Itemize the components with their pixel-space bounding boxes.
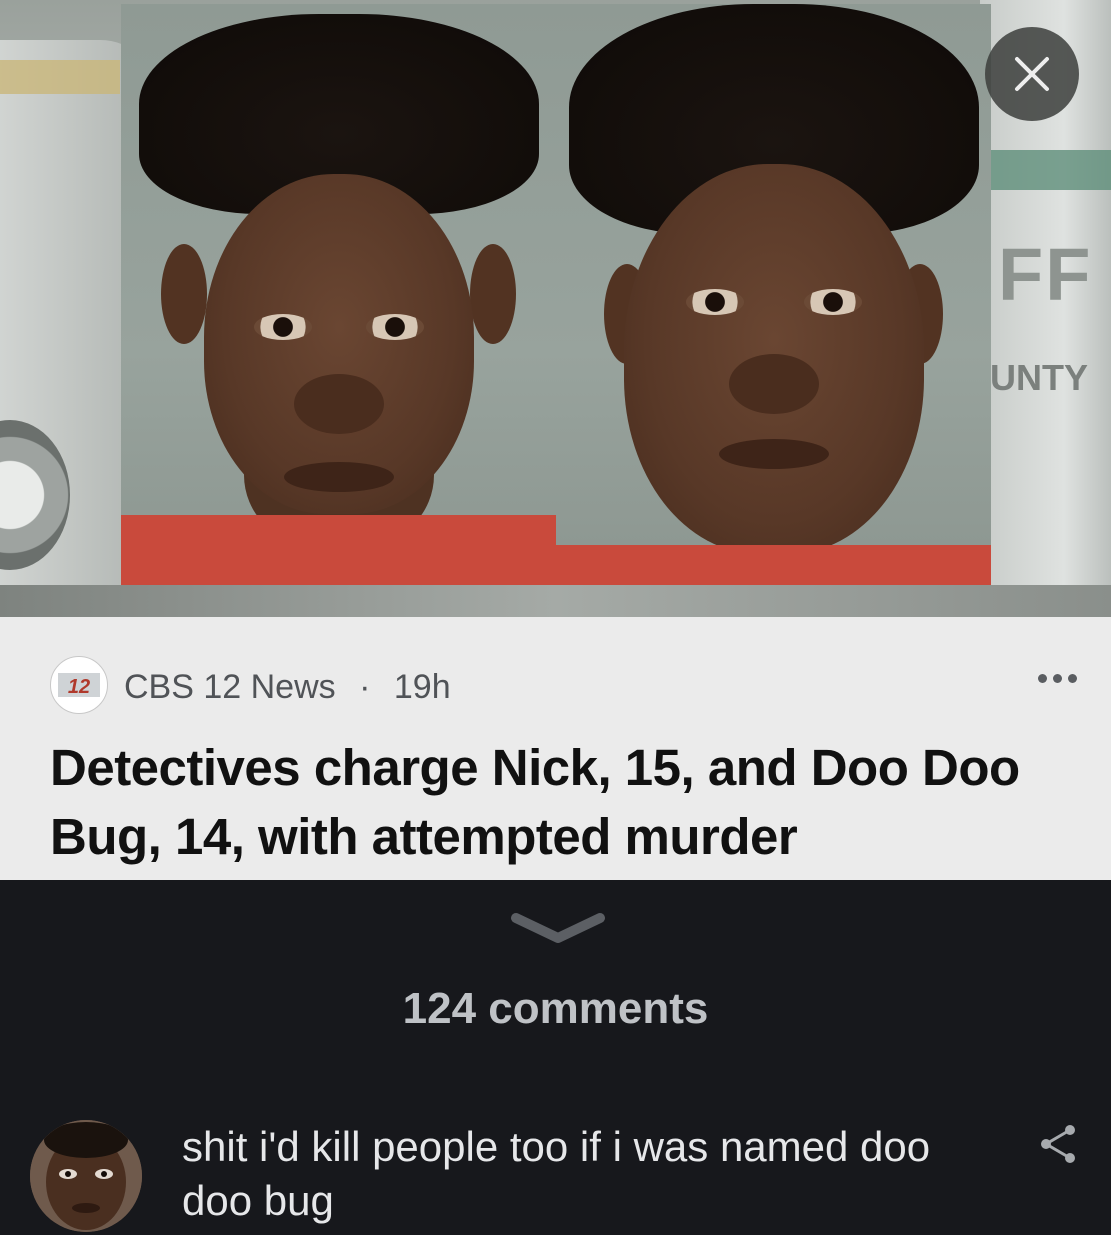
car-stripe [0,60,120,94]
more-options-icon [1067,673,1077,683]
post-age: 19h [393,668,451,706]
eye [365,314,424,340]
mugshot-right [556,4,991,585]
car-stripe [980,150,1111,190]
mugshot-left [121,4,556,585]
mouth [718,439,829,469]
more-options-icon [1037,673,1047,683]
nose [293,374,384,434]
more-options-icon [1052,673,1062,683]
meta-separator: · [359,668,371,706]
avatar-photo [30,1120,142,1232]
source-logo[interactable]: 12 [50,656,108,714]
shirt [556,545,991,585]
share-button[interactable] [1036,1122,1080,1166]
car-lettering-county: UNTY [990,357,1088,398]
cbs12-logo-icon: 12 [58,673,100,698]
face [203,174,474,514]
ear [470,244,516,344]
face [623,164,924,554]
expand-button[interactable] [508,908,608,948]
car-lettering: FF [998,233,1093,316]
post-image[interactable]: FF UNTY [0,0,1111,617]
eye [685,289,744,315]
post-headline[interactable]: Detectives charge Nick, 15, and Doo Doo … [50,733,1080,871]
svg-text:12: 12 [68,676,90,698]
close-button[interactable] [985,27,1079,121]
more-options-button[interactable] [1028,658,1086,698]
comments-count[interactable]: 124 comments [0,982,1111,1036]
source-name[interactable]: CBS 12 News [124,668,336,706]
ear [161,244,207,344]
nose [728,354,819,414]
avatar[interactable] [30,1120,142,1232]
post-meta: CBS 12 News · 19h [124,665,451,709]
shirt [121,515,556,585]
photo-bottom-strip [0,585,1111,617]
close-icon [1015,57,1049,91]
eye [253,314,312,340]
chevron-down-icon [511,913,605,943]
eye [803,289,862,315]
comment-text: shit i'd kill people too if i was named … [182,1123,931,1224]
mouth [283,462,394,492]
share-icon [1041,1125,1075,1163]
car-wheel [0,420,70,570]
